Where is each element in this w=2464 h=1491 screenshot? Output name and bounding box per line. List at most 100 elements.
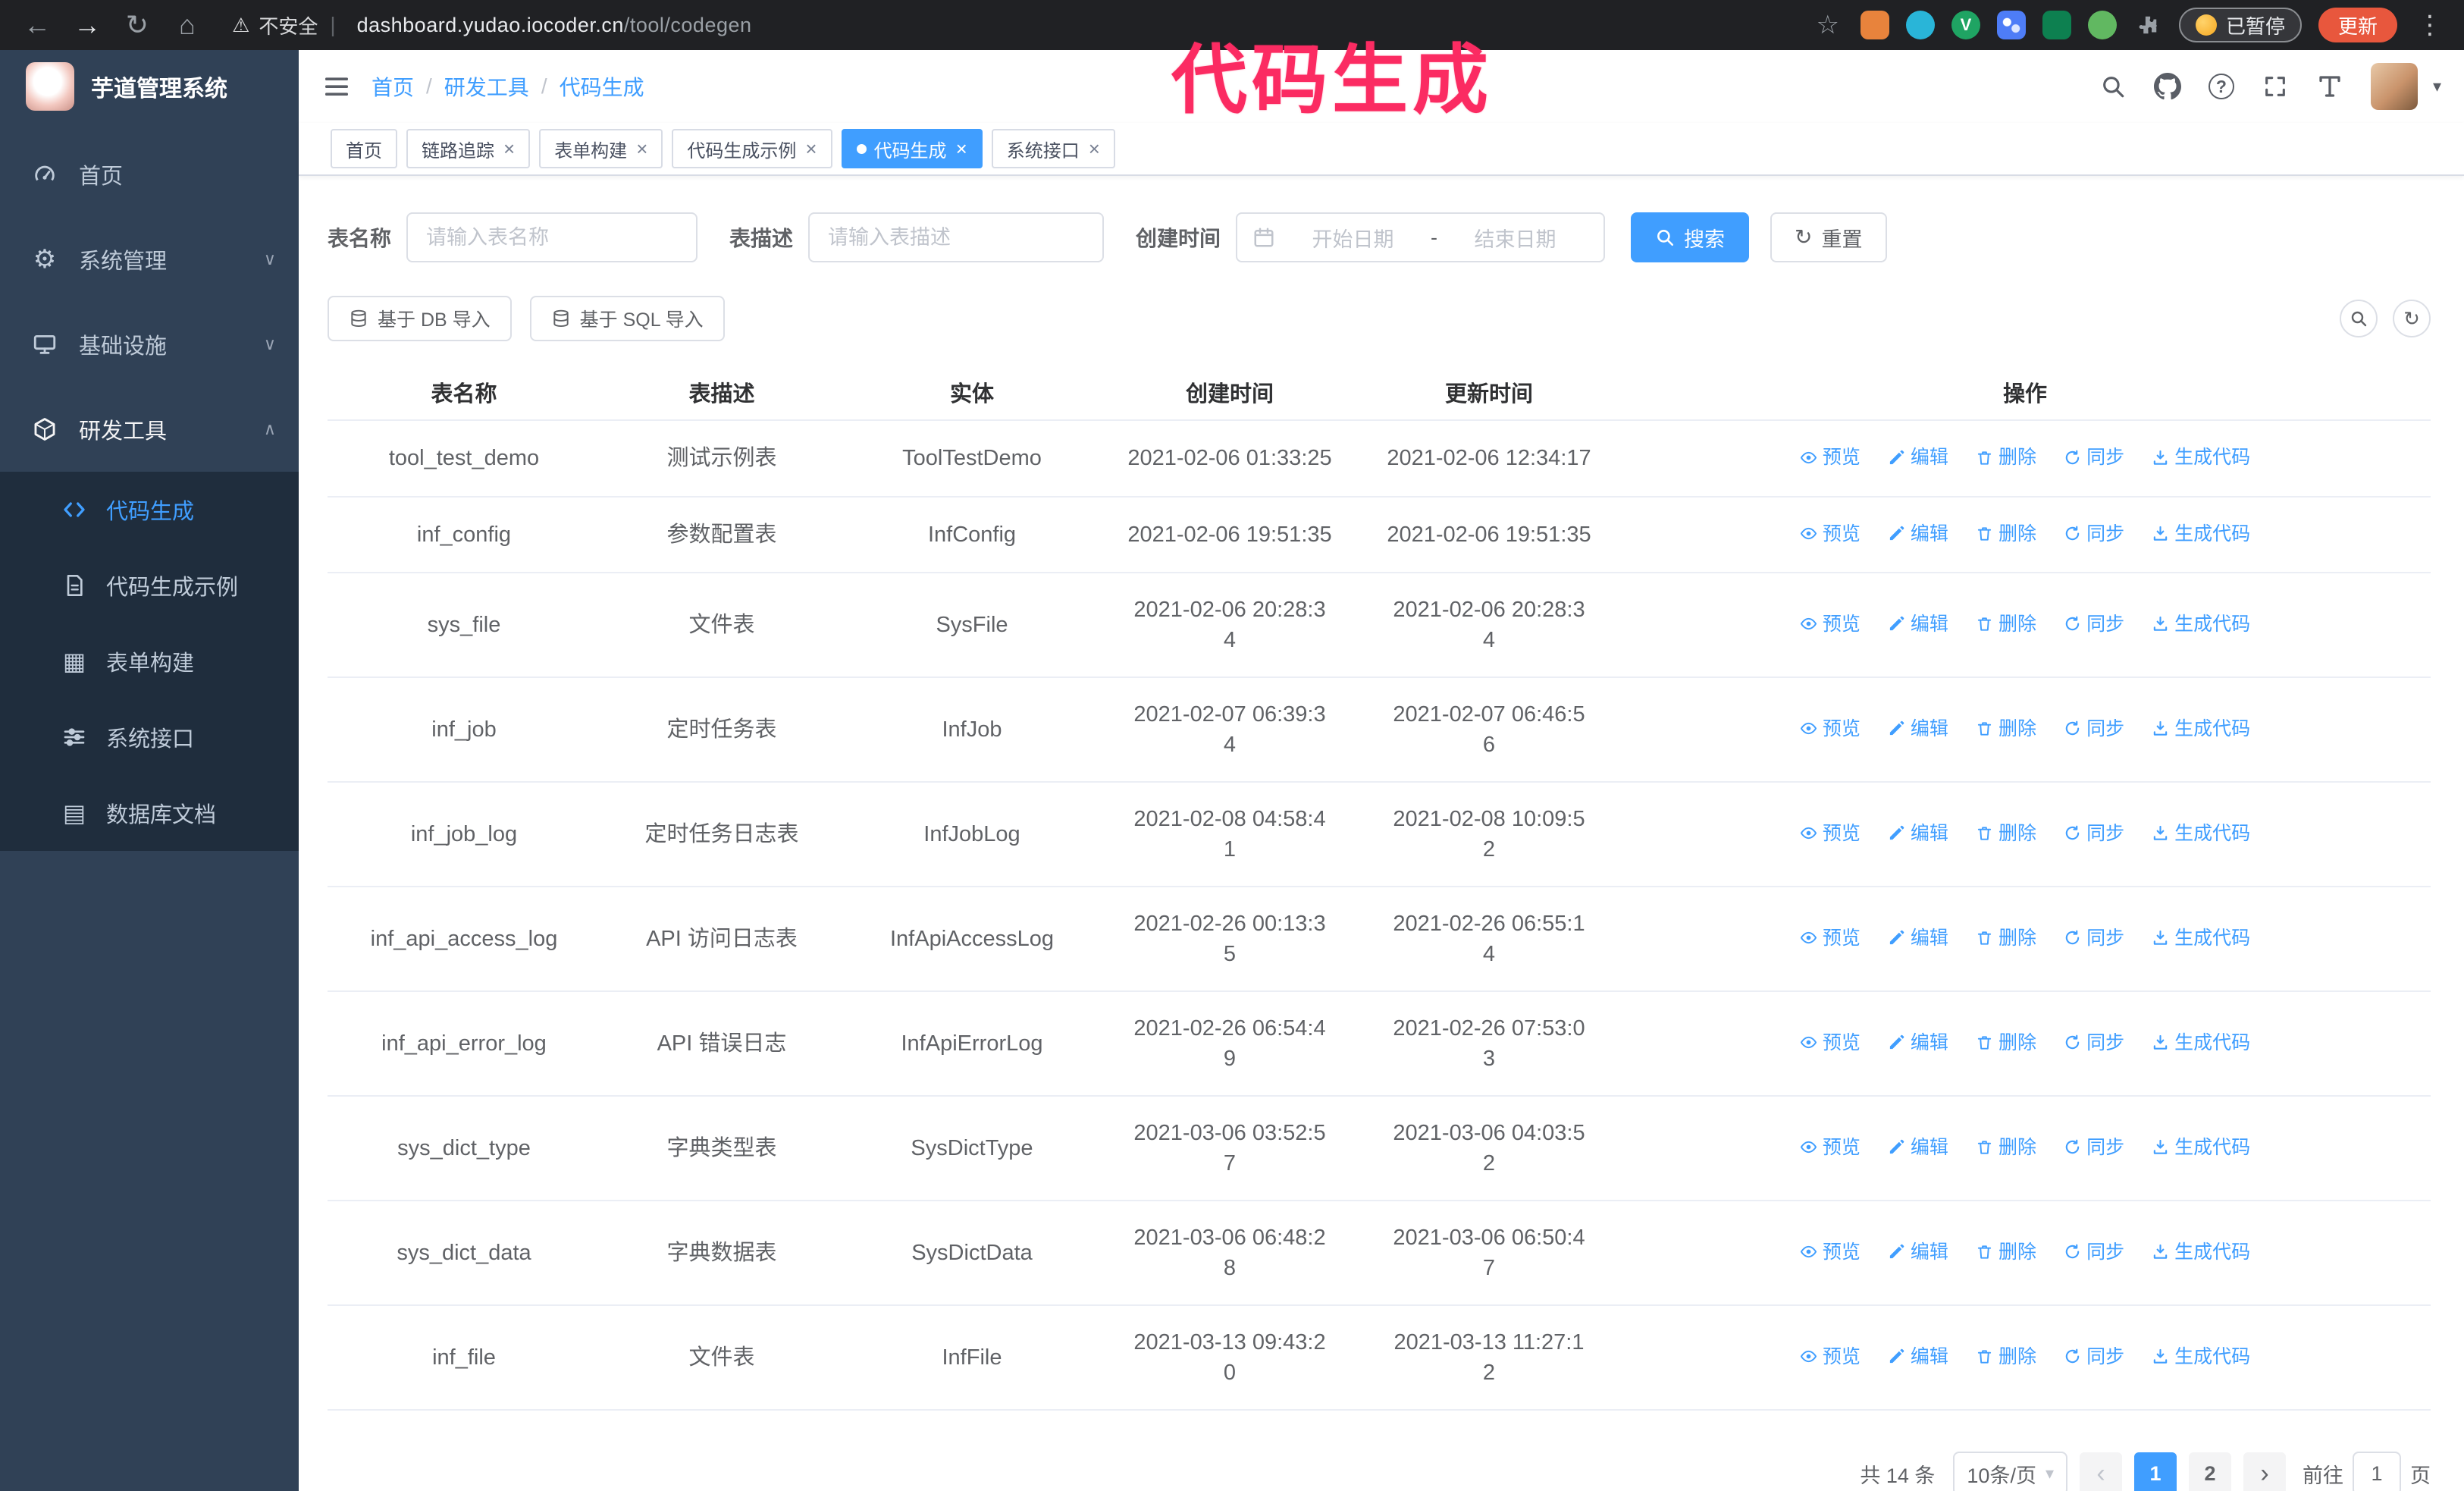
tab-system-api[interactable]: 系统接口 × xyxy=(991,129,1115,168)
edit-link[interactable]: 编辑 xyxy=(1888,1237,1948,1267)
prev-page-button[interactable]: ‹ xyxy=(2080,1452,2122,1491)
delete-link[interactable]: 删除 xyxy=(1976,1342,2036,1372)
preview-link[interactable]: 预览 xyxy=(1800,1132,1861,1163)
tab-form-builder[interactable]: 表单构建 × xyxy=(539,129,663,168)
preview-link[interactable]: 预览 xyxy=(1800,1237,1861,1267)
breadcrumb-home[interactable]: 首页 xyxy=(371,71,414,102)
generate-code-link[interactable]: 生成代码 xyxy=(2152,1028,2250,1058)
search-button[interactable]: 搜索 xyxy=(1631,212,1750,262)
preview-link[interactable]: 预览 xyxy=(1800,609,1861,639)
preview-link[interactable]: 预览 xyxy=(1800,818,1861,849)
page-button-1[interactable]: 1 xyxy=(2134,1452,2177,1491)
refresh-table-button[interactable]: ↻ xyxy=(2393,300,2431,337)
delete-link[interactable]: 删除 xyxy=(1976,818,2036,849)
sidebar-item-devtools[interactable]: 研发工具 ∧ xyxy=(0,387,299,472)
edit-link[interactable]: 编辑 xyxy=(1888,714,1948,744)
sync-link[interactable]: 同步 xyxy=(2064,519,2124,549)
extension-icon-blue[interactable] xyxy=(1905,11,1935,39)
breadcrumb-devtools[interactable]: 研发工具 xyxy=(444,71,529,102)
edit-link[interactable]: 编辑 xyxy=(1888,818,1948,849)
browser-back-icon[interactable]: ← xyxy=(21,9,53,41)
preview-link[interactable]: 预览 xyxy=(1800,714,1861,744)
sync-link[interactable]: 同步 xyxy=(2064,1132,2124,1163)
font-size-icon[interactable] xyxy=(2316,73,2343,100)
bookmark-star-icon[interactable]: ☆ xyxy=(1816,10,1839,40)
edit-link[interactable]: 编辑 xyxy=(1888,442,1948,472)
preview-link[interactable]: 预览 xyxy=(1800,519,1861,549)
delete-link[interactable]: 删除 xyxy=(1976,923,2036,953)
generate-code-link[interactable]: 生成代码 xyxy=(2152,1342,2250,1372)
browser-forward-icon[interactable]: → xyxy=(71,9,103,41)
delete-link[interactable]: 删除 xyxy=(1976,1028,2036,1058)
generate-code-link[interactable]: 生成代码 xyxy=(2152,609,2250,639)
toggle-search-button[interactable] xyxy=(2340,300,2378,337)
generate-code-link[interactable]: 生成代码 xyxy=(2152,1132,2250,1163)
end-date-placeholder[interactable]: 结束日期 xyxy=(1442,223,1588,253)
goto-page-input[interactable] xyxy=(2353,1452,2401,1491)
address-bar[interactable]: dashboard.yudao.iocoder.cn/tool/codegen xyxy=(357,14,752,37)
start-date-placeholder[interactable]: 开始日期 xyxy=(1280,223,1426,253)
sync-link[interactable]: 同步 xyxy=(2064,442,2124,472)
edit-link[interactable]: 编辑 xyxy=(1888,923,1948,953)
generate-code-link[interactable]: 生成代码 xyxy=(2152,923,2250,953)
page-button-2[interactable]: 2 xyxy=(2189,1452,2231,1491)
delete-link[interactable]: 删除 xyxy=(1976,1237,2036,1267)
browser-update-button[interactable]: 更新 xyxy=(2318,8,2397,42)
page-size-select[interactable]: 10条/页 ▾ xyxy=(1953,1452,2067,1491)
sidebar-item-system[interactable]: ⚙ 系统管理 ∨ xyxy=(0,217,299,302)
edit-link[interactable]: 编辑 xyxy=(1888,1132,1948,1163)
edit-link[interactable]: 编辑 xyxy=(1888,609,1948,639)
generate-code-link[interactable]: 生成代码 xyxy=(2152,1237,2250,1267)
generate-code-link[interactable]: 生成代码 xyxy=(2152,442,2250,472)
sidebar-item-codegen[interactable]: 代码生成 xyxy=(0,472,299,548)
browser-reload-icon[interactable]: ↻ xyxy=(121,9,153,41)
edit-link[interactable]: 编辑 xyxy=(1888,519,1948,549)
generate-code-link[interactable]: 生成代码 xyxy=(2152,818,2250,849)
extension-icon-green-v[interactable]: V xyxy=(1951,11,1980,39)
security-indicator[interactable]: ⚠ 不安全 | xyxy=(232,11,339,39)
caret-down-icon[interactable]: ▾ xyxy=(2433,77,2441,96)
reset-button[interactable]: ↻ 重置 xyxy=(1770,212,1887,262)
browser-menu-icon[interactable]: ⋮ xyxy=(2417,10,2443,40)
extension-icon-orange[interactable] xyxy=(1860,11,1889,39)
tab-codegen[interactable]: 代码生成 × xyxy=(841,129,983,168)
sidebar-item-form-builder[interactable]: ▦ 表单构建 xyxy=(0,623,299,699)
generate-code-link[interactable]: 生成代码 xyxy=(2152,714,2250,744)
extension-icon-darkgreen[interactable] xyxy=(2042,11,2071,39)
generate-code-link[interactable]: 生成代码 xyxy=(2152,519,2250,549)
avatar[interactable] xyxy=(2370,63,2418,110)
sidebar-item-system-api[interactable]: 系统接口 xyxy=(0,699,299,775)
preview-link[interactable]: 预览 xyxy=(1800,1028,1861,1058)
edit-link[interactable]: 编辑 xyxy=(1888,1028,1948,1058)
delete-link[interactable]: 删除 xyxy=(1976,442,2036,472)
extension-icon-people[interactable] xyxy=(1996,11,2026,39)
sync-link[interactable]: 同步 xyxy=(2064,818,2124,849)
preview-link[interactable]: 预览 xyxy=(1800,1342,1861,1372)
next-page-button[interactable]: › xyxy=(2243,1452,2286,1491)
close-icon[interactable]: × xyxy=(503,137,515,161)
tab-home[interactable]: 首页 xyxy=(331,129,397,168)
preview-link[interactable]: 预览 xyxy=(1800,442,1861,472)
import-sql-button[interactable]: 基于 SQL 导入 xyxy=(529,296,725,341)
sync-link[interactable]: 同步 xyxy=(2064,1028,2124,1058)
import-db-button[interactable]: 基于 DB 导入 xyxy=(328,296,512,341)
delete-link[interactable]: 删除 xyxy=(1976,714,2036,744)
delete-link[interactable]: 删除 xyxy=(1976,609,2036,639)
table-name-input[interactable] xyxy=(406,212,698,262)
sync-link[interactable]: 同步 xyxy=(2064,609,2124,639)
fullscreen-icon[interactable] xyxy=(2262,73,2289,100)
tab-trace[interactable]: 链路追踪 × xyxy=(406,129,531,168)
extensions-puzzle-icon[interactable] xyxy=(2133,11,2162,39)
close-icon[interactable]: × xyxy=(636,137,647,161)
paused-badge[interactable]: 已暂停 xyxy=(2178,8,2302,42)
tab-codegen-example[interactable]: 代码生成示例 × xyxy=(672,129,832,168)
sync-link[interactable]: 同步 xyxy=(2064,1237,2124,1267)
extension-icon-lightgreen[interactable] xyxy=(2087,11,2117,39)
preview-link[interactable]: 预览 xyxy=(1800,923,1861,953)
sync-link[interactable]: 同步 xyxy=(2064,1342,2124,1372)
sidebar-logo[interactable]: 芋道管理系统 xyxy=(0,50,299,123)
delete-link[interactable]: 删除 xyxy=(1976,519,2036,549)
edit-link[interactable]: 编辑 xyxy=(1888,1342,1948,1372)
delete-link[interactable]: 删除 xyxy=(1976,1132,2036,1163)
table-desc-input[interactable] xyxy=(808,212,1105,262)
